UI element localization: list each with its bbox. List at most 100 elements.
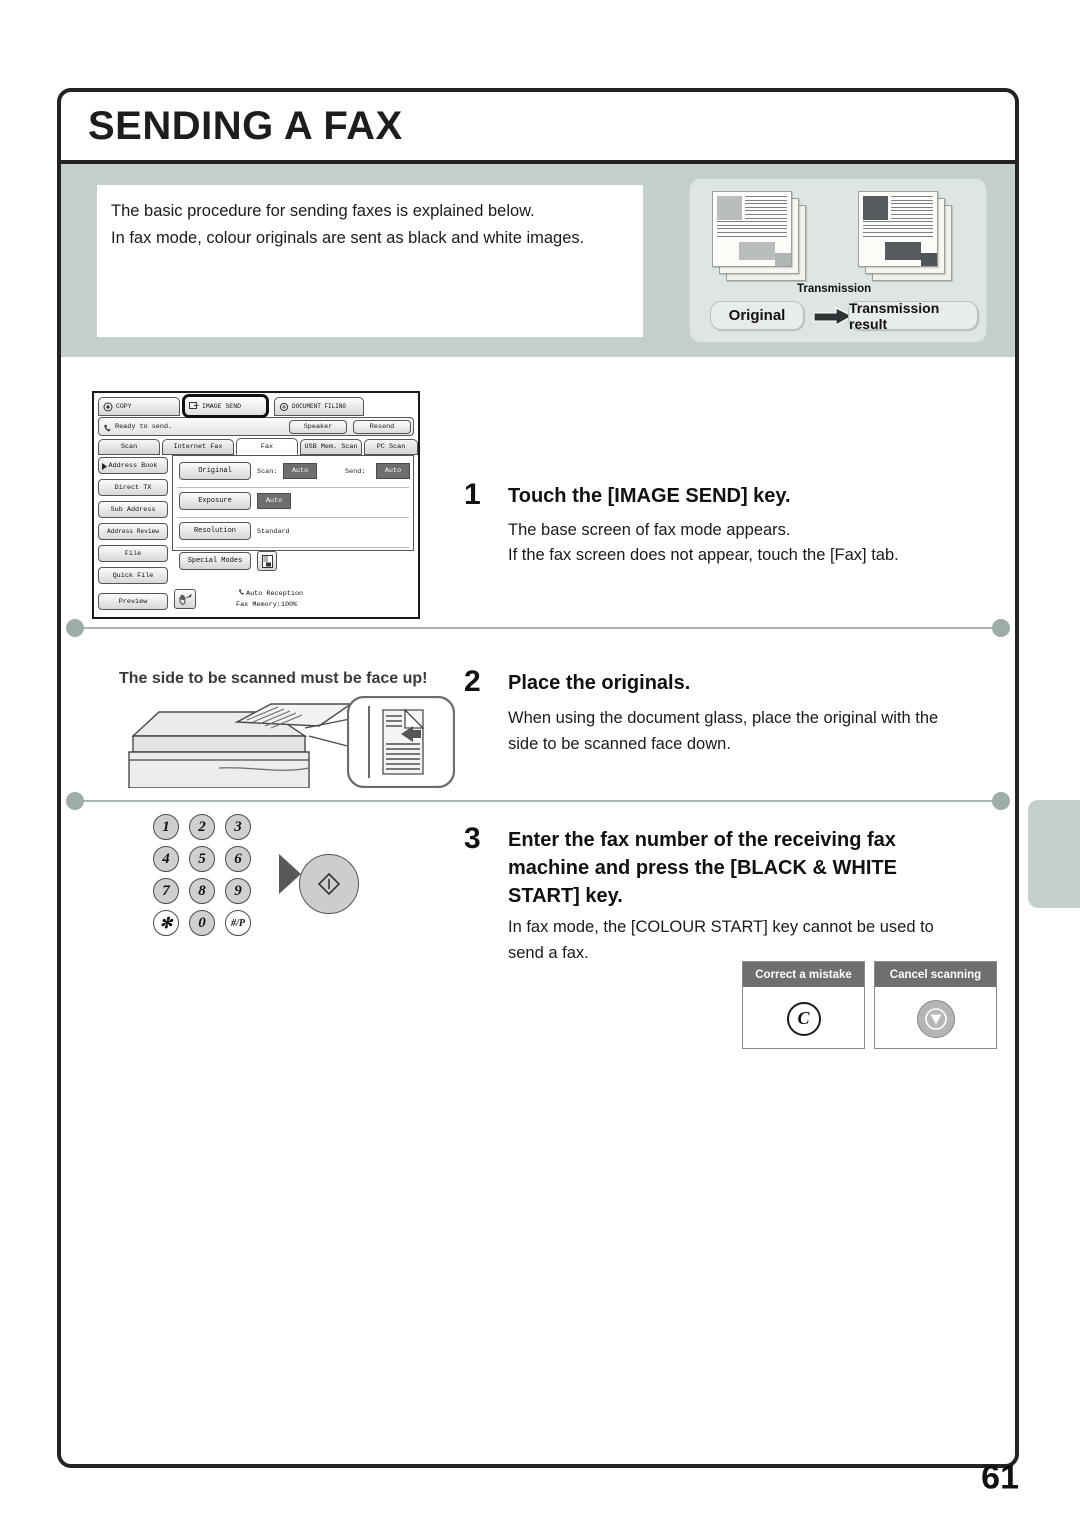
speaker-button[interactable]: Speaker [289,420,347,434]
mode-tab-document-filing-label: DOCUMENT FILING [292,402,347,410]
sidebar-item-address-review[interactable]: Address Review [98,523,168,540]
mode-tab-image-send[interactable]: IMAGE SEND [182,394,269,418]
keypad-key-1[interactable]: 1 [153,814,179,840]
info-icon[interactable] [257,551,277,571]
send-value[interactable]: Auto [376,463,410,479]
resend-button[interactable]: Resend [353,420,411,434]
keypad-key-asterisk[interactable]: ✻ [153,910,179,936]
sidebar-item-file[interactable]: File [98,545,168,562]
page-frame: SENDING A FAX The basic procedure for se… [57,88,1019,1468]
cancel-scanning-title: Cancel scanning [875,962,996,987]
sheet-image-block-top [717,196,742,220]
resolution-value: Standard [257,528,290,536]
mode-tab-copy[interactable]: COPY [98,397,180,416]
clear-key-icon[interactable]: C [786,1001,821,1036]
keypad-key-7[interactable]: 7 [153,878,179,904]
exposure-button-label: Exposure [198,497,232,505]
exposure-button[interactable]: Exposure [179,492,251,510]
footer-status: Auto Reception Fax Memory:100% [236,588,304,611]
original-button-label: Original [198,467,232,475]
sidebar-item-preview[interactable]: Preview [98,593,168,610]
separator-cap-right [992,792,1010,810]
tab-fax[interactable]: Fax [236,438,298,455]
sheet-image-block-top [863,196,888,220]
step-separator-2 [66,792,1010,810]
resend-button-label: Resend [369,423,395,431]
scan-value[interactable]: Auto [283,463,317,479]
mode-tab-copy-label: COPY [116,403,132,410]
sidebar-item-quick-file[interactable]: Quick File [98,567,168,584]
triangle-icon [102,463,107,470]
step-separator-1 [66,619,1010,637]
intro-line-1: The basic procedure for sending faxes is… [111,202,535,220]
step-3-body-line-1: In fax mode, the [COLOUR START] key cann… [508,918,934,936]
original-label: Original [710,301,804,330]
mode-tab-document-filing[interactable]: DOCUMENT FILING [274,397,364,416]
fax-base-screen[interactable]: COPY IMAGE SEND DOCUMENT FILING Ready to… [92,391,420,619]
keypad-key-9[interactable]: 9 [225,878,251,904]
black-white-start-key[interactable] [299,854,359,914]
separator-cap-left [66,792,84,810]
sidebar-item-address-book-label: Address Book [108,461,158,470]
keypad-key-2[interactable]: 2 [189,814,215,840]
auto-reception-label: Auto Reception [246,590,304,598]
keypad-key-0[interactable]: 0 [189,910,215,936]
step-2-body-line-2: side to be scanned face down. [508,735,731,753]
transmission-illustration: Transmission Original Transmission resul… [689,178,987,343]
tab-fax-label: Fax [260,442,274,451]
image-send-icon [188,401,199,412]
fax-memory-label: Fax Memory:100% [236,601,298,609]
sheet-corner-shadow [921,253,937,266]
step-1-heading: Touch the [IMAGE SEND] key. [508,485,791,507]
step-1-body-line-2: If the fax screen does not appear, touch… [508,546,899,564]
correct-a-mistake-note: Correct a mistake C [742,961,865,1049]
step-3-heading-line-1: Enter the fax number of the receiving fa… [508,829,896,851]
special-modes-button-label: Special Modes [187,557,243,565]
sidebar-item-sub-address[interactable]: Sub Address [98,501,168,518]
keypad-key-5[interactable]: 5 [189,846,215,872]
keypad-key-8[interactable]: 8 [189,878,215,904]
page-number: 61 [981,1458,1019,1497]
step-1-body-line-1: The base screen of fax mode appears. [508,521,791,539]
keypad-key-hash-p[interactable]: #/P [225,910,251,936]
sidebar-item-address-book[interactable]: Address Book [98,457,168,474]
sidebar-item-direct-tx[interactable]: Direct TX [98,479,168,496]
tab-pc-scan[interactable]: PC Scan [364,439,418,455]
start-diamond-icon [317,872,341,896]
send-label: Send: [345,468,366,476]
lcd-footer: Auto Reception Fax Memory:100% [174,587,414,613]
sheet-front [712,191,792,267]
face-up-caption: The side to be scanned must be face up! [119,670,428,687]
settings-panel: Original Scan: Auto Send: Auto Exposure … [172,455,414,571]
result-document-stack [858,191,954,283]
tab-scan-label: Scan [120,443,138,451]
send-hand-icon[interactable] [174,589,196,609]
title-bar: SENDING A FAX [61,92,1015,164]
section-edge-tab [1028,800,1080,908]
step-3-heading-line-2: machine and press the [BLACK & WHITE [508,857,897,879]
special-modes-button[interactable]: Special Modes [179,552,251,570]
mode-tab-row: COPY IMAGE SEND DOCUMENT FILING [98,394,414,418]
exposure-value[interactable]: Auto [257,493,291,509]
stop-key-icon[interactable] [916,999,955,1038]
tab-usb-mem-scan[interactable]: USB Mem. Scan [300,439,362,455]
tab-scan[interactable]: Scan [98,439,160,455]
sidebar-item-direct-tx-label: Direct TX [114,483,152,492]
tab-internet-fax[interactable]: Internet Fax [162,439,234,455]
sidebar-item-preview-label: Preview [118,597,148,606]
intro-line-2: In fax mode, colour originals are sent a… [111,229,585,247]
transmission-label: Transmission [797,283,872,295]
scan-label: Scan: [257,468,278,476]
step-2-body-line-1: When using the document glass, place the… [508,709,939,727]
function-tab-row: Scan Internet Fax Fax USB Mem. Scan PC S… [98,438,418,455]
step-2-heading: Place the originals. [508,672,691,694]
original-document-stack [712,191,808,283]
resolution-button[interactable]: Resolution [179,522,251,540]
original-button[interactable]: Original [179,462,251,480]
keypad-key-6[interactable]: 6 [225,846,251,872]
keypad-key-3[interactable]: 3 [225,814,251,840]
keypad-key-4[interactable]: 4 [153,846,179,872]
settings-row-special-modes: Special Modes [177,547,409,575]
step-3-body-line-2: send a fax. [508,944,589,962]
copy-icon [102,401,113,412]
